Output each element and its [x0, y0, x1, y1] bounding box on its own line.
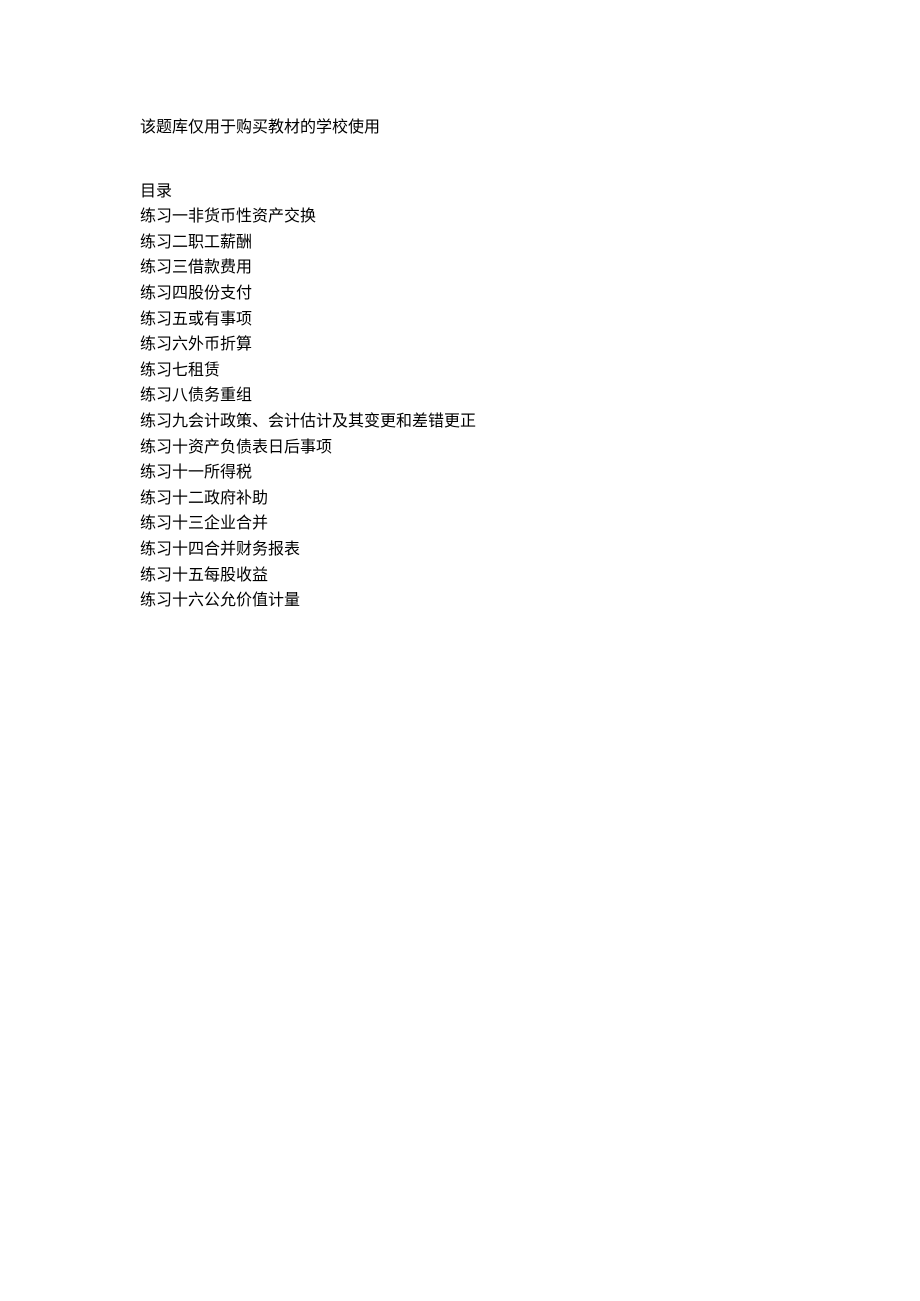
toc-item: 练习十资产负债表日后事项 [140, 435, 920, 461]
toc-list: 练习一非货币性资产交换 练习二职工薪酬 练习三借款费用 练习四股份支付 练习五或… [140, 204, 920, 614]
notice-text: 该题库仅用于购买教材的学校使用 [140, 115, 920, 141]
toc-item: 练习九会计政策、会计估计及其变更和差错更正 [140, 409, 920, 435]
toc-item: 练习十一所得税 [140, 460, 920, 486]
toc-item: 练习十四合并财务报表 [140, 537, 920, 563]
toc-item: 练习七租赁 [140, 358, 920, 384]
toc-item: 练习八债务重组 [140, 383, 920, 409]
toc-item: 练习一非货币性资产交换 [140, 204, 920, 230]
toc-item: 练习十五每股收益 [140, 563, 920, 589]
document-page: 该题库仅用于购买教材的学校使用 目录 练习一非货币性资产交换 练习二职工薪酬 练… [0, 0, 920, 614]
toc-item: 练习六外币折算 [140, 332, 920, 358]
toc-item: 练习十六公允价值计量 [140, 588, 920, 614]
toc-item: 练习四股份支付 [140, 281, 920, 307]
toc-header: 目录 [140, 179, 920, 205]
toc-item: 练习二职工薪酬 [140, 230, 920, 256]
toc-item: 练习五或有事项 [140, 307, 920, 333]
toc-item: 练习十二政府补助 [140, 486, 920, 512]
toc-item: 练习十三企业合并 [140, 511, 920, 537]
toc-item: 练习三借款费用 [140, 255, 920, 281]
